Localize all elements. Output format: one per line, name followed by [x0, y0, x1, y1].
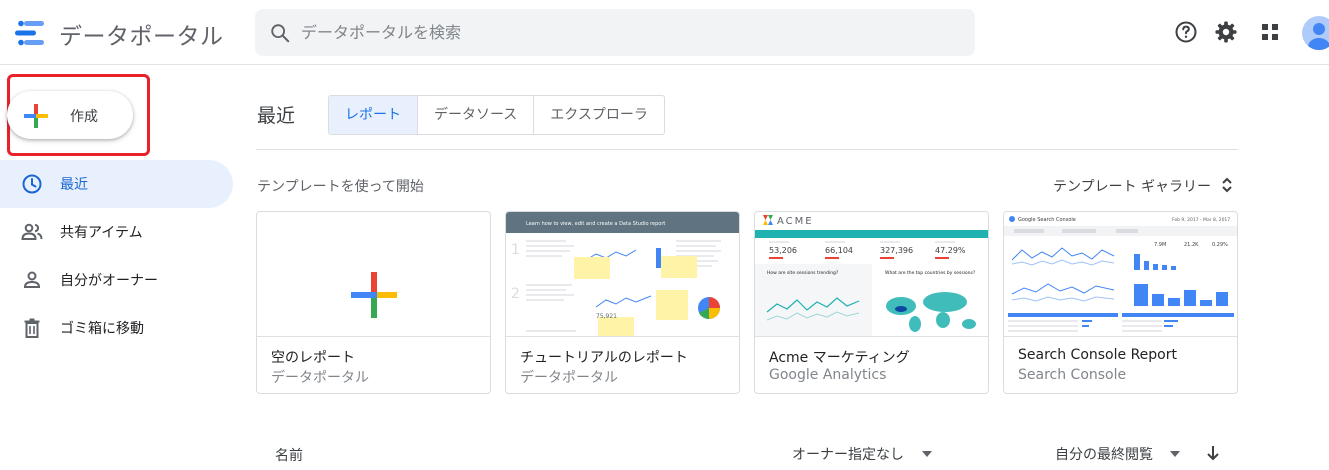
person-icon	[23, 271, 41, 288]
tutorial-banner-text: Learn how to view, edit and create a Dat…	[526, 221, 665, 227]
search-input[interactable]	[301, 9, 961, 56]
account-avatar[interactable]	[1302, 16, 1329, 50]
create-button[interactable]: 作成	[7, 91, 133, 139]
sidebar-item-shared[interactable]: 共有アイテム	[0, 208, 233, 256]
apps-grid-icon[interactable]	[1258, 20, 1282, 44]
dropdown-caret-icon	[1170, 451, 1180, 457]
template-card-tutorial[interactable]: Learn how to view, edit and create a Dat…	[505, 211, 740, 394]
tab-data-sources[interactable]: データソース	[418, 96, 535, 134]
templates-heading: テンプレートを使って開始	[257, 179, 424, 195]
template-title: 空のレポート	[271, 350, 355, 366]
sidebar-item-trash[interactable]: ゴミ箱に移動	[0, 304, 233, 352]
sidebar-item-label: ゴミ箱に移動	[60, 321, 144, 337]
search-console-metric: 21.2K	[1184, 242, 1199, 248]
template-title: チュートリアルのレポート	[520, 350, 688, 366]
type-tabs: レポート データソース エクスプローラ	[328, 95, 665, 135]
tab-explorer[interactable]: エクスプローラ	[534, 96, 664, 134]
template-thumbnail	[257, 212, 490, 337]
search-console-logo-icon	[1009, 216, 1015, 222]
template-card-blank[interactable]: 空のレポート データポータル	[256, 211, 491, 394]
template-thumbnail: ACME 53,206 66,104 327,396 47.29% How ar…	[755, 212, 988, 337]
template-subtitle: データポータル	[271, 370, 369, 386]
sidebar-item-label: 自分がオーナー	[60, 273, 158, 289]
settings-icon[interactable]	[1214, 20, 1238, 44]
search-console-brand: Google Search Console	[1018, 217, 1076, 223]
acme-metric: 47.29%	[935, 246, 966, 255]
template-thumbnail: Google Search Console Feb 9, 2017 - Mar …	[1004, 212, 1237, 337]
page-title: 最近	[257, 105, 296, 127]
tab-reports[interactable]: レポート	[329, 96, 418, 134]
search-console-report-preview: Google Search Console Feb 9, 2017 - Mar …	[1004, 216, 1237, 332]
template-gallery-label: テンプレート ギャラリー	[1053, 179, 1212, 195]
template-subtitle: データポータル	[520, 370, 618, 386]
acme-brand-text: ACME	[777, 216, 814, 227]
acme-metric: 53,206	[769, 246, 797, 255]
template-title: Acme マーケティング	[769, 350, 910, 366]
template-card-search-console[interactable]: Google Search Console Feb 9, 2017 - Mar …	[1003, 211, 1238, 394]
search-icon	[271, 24, 290, 43]
dropdown-caret-icon	[922, 451, 932, 457]
template-subtitle: Google Analytics	[769, 367, 887, 383]
divider	[256, 149, 1238, 150]
create-button-label: 作成	[70, 109, 98, 125]
tutorial-report-preview: Learn how to view, edit and create a Dat…	[506, 212, 739, 336]
plus-icon	[24, 104, 48, 128]
app-title: データポータル	[59, 24, 224, 50]
template-gallery-toggle[interactable]: テンプレート ギャラリー	[1053, 176, 1232, 196]
sort-arrow-down-icon[interactable]	[1206, 445, 1220, 461]
top-app-bar: データポータル	[0, 0, 1329, 65]
template-thumbnail: Learn how to view, edit and create a Dat…	[506, 212, 739, 337]
acme-report-preview: ACME 53,206 66,104 327,396 47.29% How ar…	[755, 215, 988, 336]
svg-text:2: 2	[511, 286, 520, 302]
search-bar[interactable]	[255, 9, 975, 56]
trash-icon	[24, 318, 40, 338]
people-icon	[21, 223, 43, 240]
sidebar-item-label: 最近	[60, 177, 88, 193]
sidebar-item-owned-by-me[interactable]: 自分がオーナー	[0, 256, 233, 304]
template-card-acme[interactable]: ACME 53,206 66,104 327,396 47.29% How ar…	[754, 211, 989, 394]
owner-filter-label: オーナー指定なし	[792, 447, 904, 463]
plus-icon	[351, 272, 397, 318]
sort-label: 自分の最終閲覧	[1055, 447, 1153, 463]
tutorial-metric-value: 75,921	[596, 313, 617, 320]
acme-chart-title: What are the top countries by sessions?	[885, 270, 976, 276]
sidebar-item-recent[interactable]: 最近	[0, 160, 233, 208]
acme-chart-title: How are site sessions trending?	[767, 270, 839, 276]
search-console-metric: 7.9M	[1154, 242, 1166, 248]
acme-logo-icon	[763, 215, 773, 225]
search-console-metric: 0.29%	[1212, 242, 1228, 248]
clock-icon	[22, 174, 42, 194]
acme-metric: 327,396	[880, 246, 913, 255]
search-console-date-range: Feb 9, 2017 - Mar 8, 2017	[1172, 217, 1230, 223]
help-icon[interactable]	[1174, 20, 1198, 44]
data-studio-logo-icon[interactable]	[15, 19, 45, 47]
template-subtitle: Search Console	[1018, 367, 1127, 383]
owner-filter-dropdown[interactable]: オーナー指定なし	[792, 444, 932, 464]
acme-metric: 66,104	[825, 246, 853, 255]
template-title: Search Console Report	[1018, 347, 1177, 363]
sidebar-item-label: 共有アイテム	[60, 225, 143, 241]
svg-text:1: 1	[511, 242, 520, 258]
sort-dropdown[interactable]: 自分の最終閲覧	[1055, 444, 1219, 464]
list-column-name[interactable]: 名前	[275, 445, 303, 465]
unfold-icon	[1222, 177, 1232, 193]
person-silhouette-icon	[1308, 23, 1329, 50]
